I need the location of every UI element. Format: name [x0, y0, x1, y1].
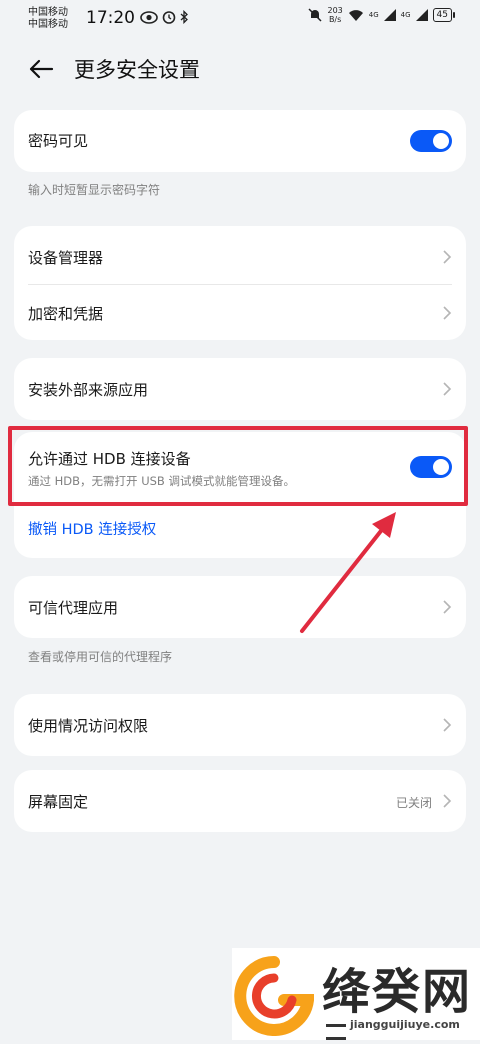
encryption-credentials-label: 加密和凭据 [28, 305, 104, 323]
mute-icon [308, 8, 323, 22]
trusted-agents-label: 可信代理应用 [28, 599, 119, 617]
screen-pinning-value: 已关闭 [395, 796, 432, 810]
battery-indicator: 45 [432, 8, 456, 22]
chevron-right-icon [443, 794, 452, 808]
screen-pinning-row[interactable]: 屏幕固定 已关闭 [14, 770, 466, 832]
eye-icon [140, 10, 158, 24]
bluetooth-icon [180, 10, 188, 24]
watermark: 绛癸网 jiangguijiuye.com [232, 948, 480, 1040]
trusted-agents-row[interactable]: 可信代理应用 [14, 576, 466, 638]
device-manager-label: 设备管理器 [28, 249, 104, 267]
divider [28, 504, 452, 505]
chevron-right-icon [443, 600, 452, 614]
watermark-title: 绛癸网 [322, 964, 473, 1020]
hdb-toggle[interactable] [410, 456, 452, 478]
hdb-description: 通过 HDB，无需打开 USB 调试模式就能管理设备。 [28, 474, 295, 488]
password-visible-toggle[interactable] [410, 130, 452, 152]
trusted-agents-card: 可信代理应用 [14, 576, 466, 638]
watermark-logo [234, 956, 314, 1036]
hdb-label: 允许通过 HDB 连接设备 [28, 450, 191, 468]
chevron-right-icon [443, 306, 452, 320]
signal-icon-1 [383, 9, 396, 21]
hdb-card: 允许通过 HDB 连接设备 通过 HDB，无需打开 USB 调试模式就能管理设备… [14, 432, 466, 558]
page-header: 更多安全设置 [0, 50, 480, 88]
page-title: 更多安全设置 [74, 58, 200, 82]
device-manager-row[interactable]: 设备管理器 [14, 226, 466, 284]
carrier-label-2: 中国移动 [28, 19, 68, 30]
signal-type-2: 4G [400, 11, 411, 19]
password-visible-hint: 输入时短暂显示密码字符 [28, 183, 161, 197]
usage-access-card: 使用情况访问权限 [14, 694, 466, 756]
password-visible-label: 密码可见 [28, 132, 89, 150]
signal-icon-2 [415, 9, 428, 21]
back-arrow-icon[interactable] [28, 56, 54, 82]
wifi-icon [348, 9, 363, 21]
password-visible-row[interactable]: 密码可见 [14, 110, 466, 172]
screen-pinning-card: 屏幕固定 已关闭 [14, 770, 466, 832]
usage-access-label: 使用情况访问权限 [28, 717, 149, 735]
password-visible-card: 密码可见 [14, 110, 466, 172]
screen-pinning-label: 屏幕固定 [28, 793, 89, 811]
install-external-label: 安装外部来源应用 [28, 381, 149, 399]
chevron-right-icon [443, 250, 452, 264]
carrier-label-1: 中国移动 [28, 7, 68, 18]
status-time: 17:20 [86, 8, 135, 28]
install-external-card: 安装外部来源应用 [14, 358, 466, 420]
trusted-agents-hint: 查看或停用可信的代理程序 [28, 650, 173, 664]
revoke-hdb-link[interactable]: 撤销 HDB 连接授权 [28, 518, 156, 539]
signal-type-1: 4G [368, 11, 379, 19]
hdb-row[interactable]: 允许通过 HDB 连接设备 通过 HDB，无需打开 USB 调试模式就能管理设备… [14, 432, 466, 504]
usage-access-row[interactable]: 使用情况访问权限 [14, 694, 466, 756]
alarm-icon [162, 11, 176, 24]
network-speed: 203 B/s [327, 6, 343, 24]
device-security-card: 设备管理器 加密和凭据 [14, 226, 466, 340]
watermark-url: jiangguijiuye.com [322, 1018, 480, 1044]
install-external-row[interactable]: 安装外部来源应用 [14, 358, 466, 420]
status-bar: 中国移动 中国移动 17:20 203 B/s 4G 4G 45 [0, 0, 480, 36]
chevron-right-icon [443, 382, 452, 396]
chevron-right-icon [443, 718, 452, 732]
encryption-credentials-row[interactable]: 加密和凭据 [14, 284, 466, 340]
